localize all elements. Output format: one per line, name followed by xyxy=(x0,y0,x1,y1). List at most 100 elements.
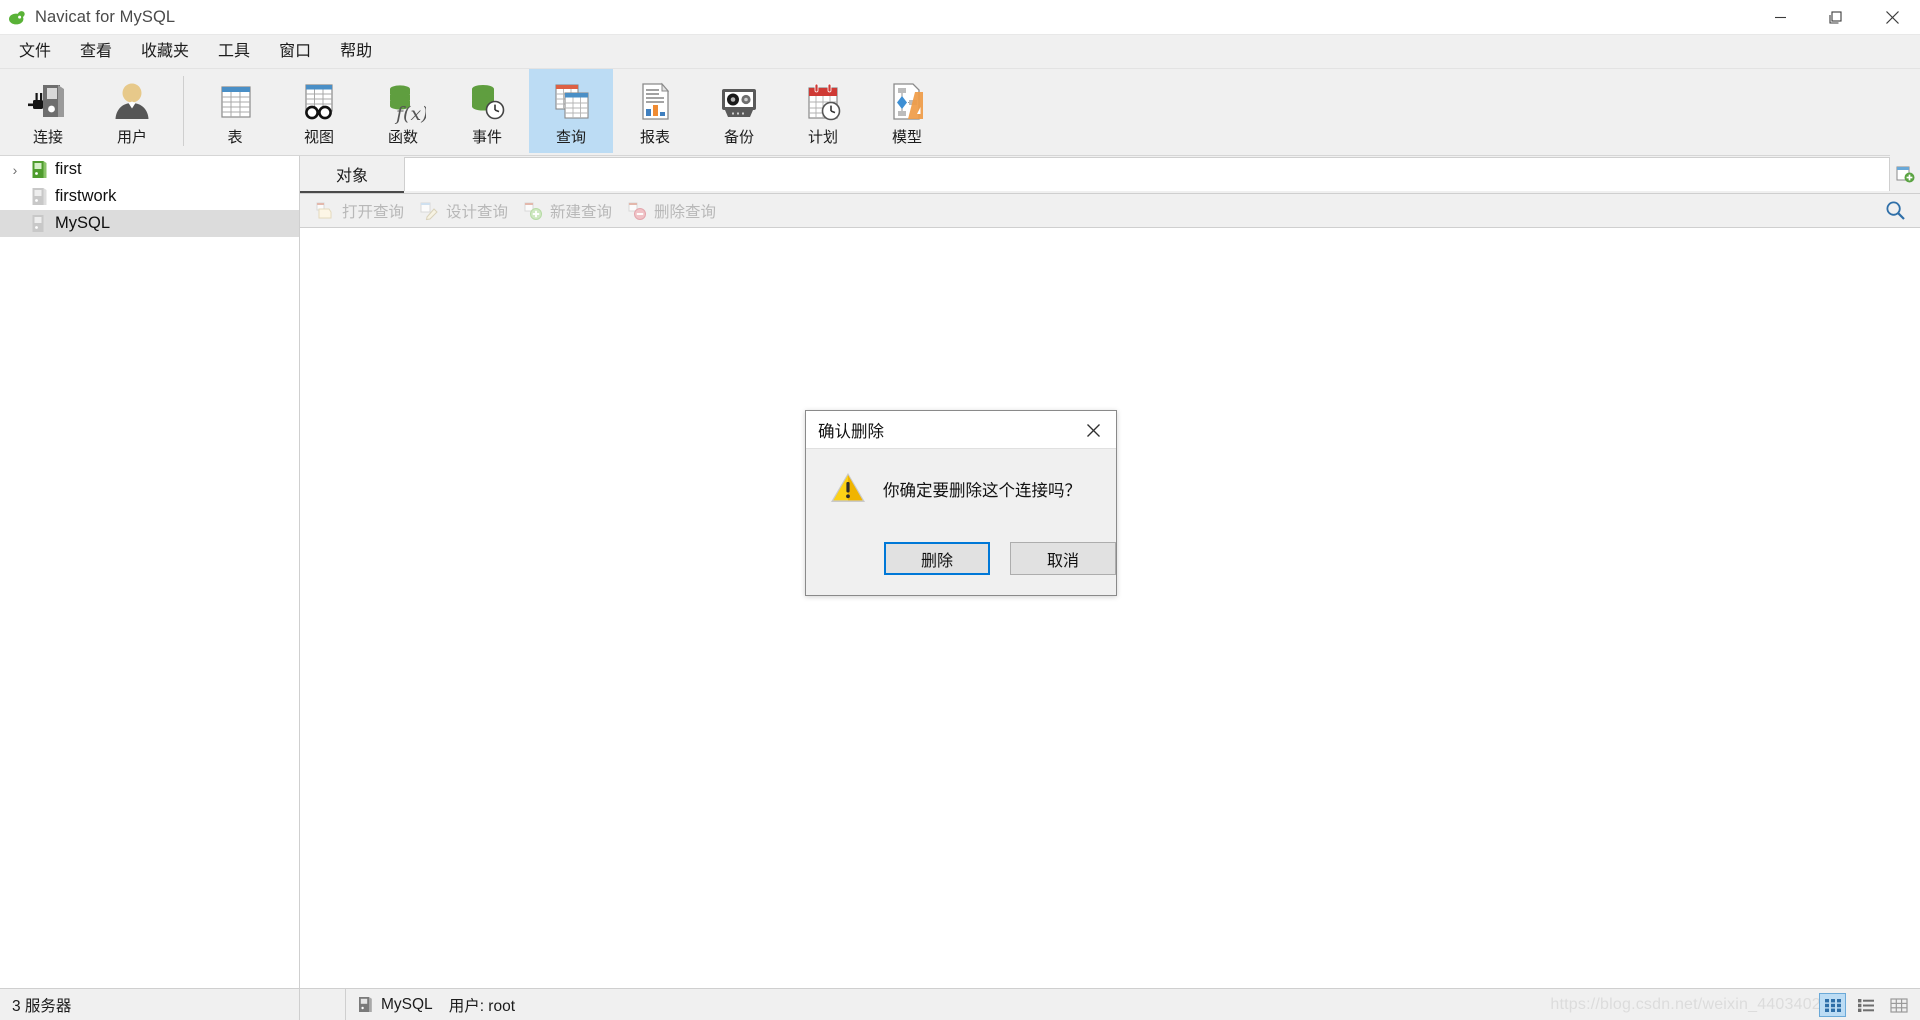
toolbar-model[interactable]: 模型 xyxy=(865,69,949,153)
sidebar-item-mysql[interactable]: MySQL xyxy=(0,210,299,237)
dialog-message: 你确定要删除这个连接吗？ xyxy=(883,482,1081,500)
toolbar-event[interactable]: 事件 xyxy=(445,69,529,153)
new-query-button[interactable]: 新建查询 xyxy=(518,198,622,224)
toolbar-schedule-label: 计划 xyxy=(807,129,838,146)
menu-tools[interactable]: 工具 xyxy=(205,40,263,64)
server-green-icon xyxy=(26,160,52,179)
object-tabstrip: 对象 xyxy=(300,155,1920,194)
chevron-right-icon[interactable]: › xyxy=(4,162,26,178)
toolbar-report-label: 报表 xyxy=(639,129,670,146)
toolbar-user[interactable]: 用户 xyxy=(90,69,174,153)
toolbar-connection[interactable]: 连接 xyxy=(6,69,90,153)
delete-query-button[interactable]: 删除查询 xyxy=(622,198,726,224)
object-list-area[interactable] xyxy=(300,228,1920,988)
navicat-window: Navicat for MySQL 文件 查看 收藏夹 工具 窗口 帮助 连接 … xyxy=(0,0,1920,1020)
toolbar-user-label: 用户 xyxy=(116,129,147,146)
add-tab-icon[interactable] xyxy=(1890,155,1920,193)
sidebar-item-first[interactable]: › first xyxy=(0,156,299,183)
function-icon: f(x) xyxy=(377,78,429,126)
toolbar-event-label: 事件 xyxy=(471,129,502,146)
menu-help[interactable]: 帮助 xyxy=(327,40,385,64)
navicat-logo-icon xyxy=(7,8,26,27)
toolbar-model-label: 模型 xyxy=(891,129,922,146)
status-bar: 3 服务器 MySQL 用户: root https://blog.csdn.n… xyxy=(0,988,1920,1020)
watermark-text: https://blog.csdn.net/weixin_44034024 xyxy=(1550,995,1830,1013)
view-mode-buttons xyxy=(1819,989,1912,1020)
toolbar-query[interactable]: 查询 xyxy=(529,69,613,153)
dialog-confirm-button[interactable]: 删除 xyxy=(884,542,991,575)
menu-favorites[interactable]: 收藏夹 xyxy=(128,40,202,64)
main-toolbar: 连接 用户 表 视图 f(x) 函数 事件 查询 报表 备份 计划 模型 xyxy=(0,69,1920,156)
toolbar-schedule[interactable]: 计划 xyxy=(781,69,865,153)
dialog-cancel-button[interactable]: 取消 xyxy=(1010,542,1116,575)
window-controls xyxy=(1752,0,1920,35)
toolbar-query-label: 查询 xyxy=(555,129,586,146)
query-icon xyxy=(545,78,597,126)
tab-objects[interactable]: 对象 xyxy=(300,156,404,193)
model-icon xyxy=(881,78,933,126)
tab-filler xyxy=(404,157,1890,191)
table-icon xyxy=(209,78,261,126)
dialog-confirm-label: 删除 xyxy=(921,552,954,570)
toolbar-function[interactable]: f(x) 函数 xyxy=(361,69,445,153)
dialog-title: 确认删除 xyxy=(818,422,884,441)
status-spacer xyxy=(300,988,346,1020)
status-server-count-label: 3 服务器 xyxy=(12,997,72,1015)
window-title: Navicat for MySQL xyxy=(35,7,176,26)
confirm-delete-dialog: 确认删除 你确定要删除这个连接吗？ 删除 取消 xyxy=(805,410,1117,596)
toolbar-separator xyxy=(183,76,184,146)
close-button[interactable] xyxy=(1864,0,1920,35)
design-query-icon xyxy=(420,201,440,221)
open-query-icon xyxy=(316,201,336,221)
open-query-button[interactable]: 打开查询 xyxy=(310,198,414,224)
toolbar-function-label: 函数 xyxy=(387,129,418,146)
svg-text:f(x): f(x) xyxy=(394,103,426,124)
sidebar-item-firstwork-label: firstwork xyxy=(55,187,117,205)
dialog-close-button[interactable] xyxy=(1070,411,1116,449)
menu-bar: 文件 查看 收藏夹 工具 窗口 帮助 xyxy=(0,35,1920,69)
open-query-label: 打开查询 xyxy=(342,203,405,221)
server-gray-icon xyxy=(26,187,52,206)
menu-file[interactable]: 文件 xyxy=(6,40,64,64)
status-connection-name: MySQL xyxy=(381,995,433,1013)
event-icon xyxy=(461,78,513,126)
connection-tree: › first firstwork MySQL xyxy=(0,156,300,988)
toolbar-view[interactable]: 视图 xyxy=(277,69,361,153)
sidebar-item-firstwork[interactable]: firstwork xyxy=(0,183,299,210)
design-query-button[interactable]: 设计查询 xyxy=(414,198,518,224)
dialog-buttons: 删除 取消 xyxy=(806,542,1116,595)
sidebar-item-first-label: first xyxy=(55,160,82,178)
warning-triangle-icon xyxy=(830,471,866,510)
status-user-label: 用户: root xyxy=(448,997,516,1015)
backup-icon xyxy=(713,78,765,126)
toolbar-table-label: 表 xyxy=(227,129,243,146)
report-icon xyxy=(629,78,681,126)
dialog-body: 你确定要删除这个连接吗？ xyxy=(806,449,1116,542)
query-subtoolbar: 打开查询 设计查询 新建查询 删除查询 xyxy=(300,194,1920,228)
list-view-button[interactable] xyxy=(1885,993,1912,1017)
dialog-title-bar: 确认删除 xyxy=(806,411,1116,449)
grid-view-button[interactable] xyxy=(1819,993,1846,1017)
user-icon xyxy=(106,78,158,126)
delete-query-label: 删除查询 xyxy=(654,203,717,221)
menu-view[interactable]: 查看 xyxy=(67,40,125,64)
detail-view-button[interactable] xyxy=(1852,993,1879,1017)
view-icon xyxy=(293,78,345,126)
schedule-icon xyxy=(797,78,849,126)
toolbar-backup[interactable]: 备份 xyxy=(697,69,781,153)
connection-icon xyxy=(22,78,74,126)
new-query-icon xyxy=(524,201,544,221)
toolbar-connection-label: 连接 xyxy=(32,129,63,146)
menu-window[interactable]: 窗口 xyxy=(266,40,324,64)
maximize-button[interactable] xyxy=(1808,0,1864,35)
design-query-label: 设计查询 xyxy=(446,203,509,221)
search-icon[interactable] xyxy=(1884,200,1906,222)
server-gray-icon xyxy=(26,214,52,233)
toolbar-report[interactable]: 报表 xyxy=(613,69,697,153)
toolbar-backup-label: 备份 xyxy=(723,129,754,146)
toolbar-table[interactable]: 表 xyxy=(193,69,277,153)
server-gray-icon xyxy=(358,996,373,1013)
delete-query-icon xyxy=(628,201,648,221)
tab-objects-label: 对象 xyxy=(335,167,368,185)
minimize-button[interactable] xyxy=(1752,0,1808,35)
